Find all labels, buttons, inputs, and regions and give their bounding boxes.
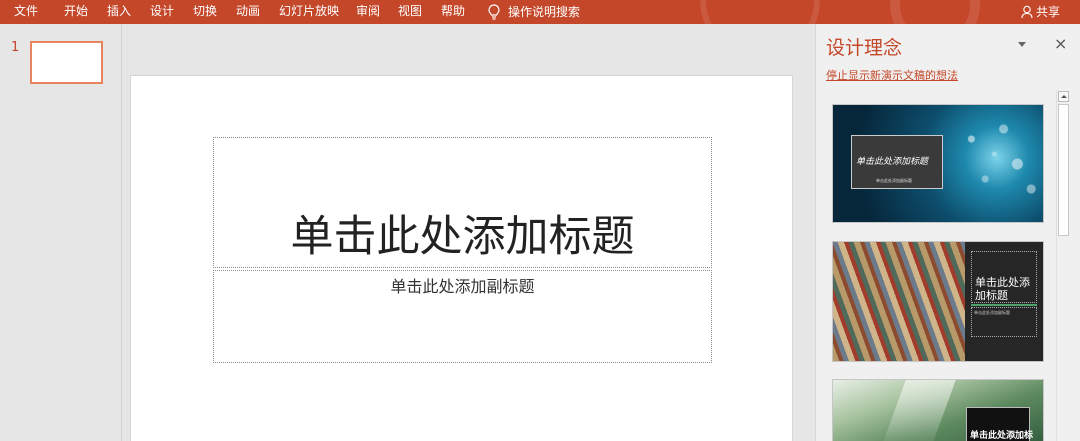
tab-help[interactable]: 帮助 — [441, 4, 465, 18]
design-title-text: 单击此处添加标题 — [975, 276, 1030, 302]
design-ideas-pane: 设计理念 × 停止显示新演示文稿的想法 单击此处添加标题 单击此处添加副标题 单… — [815, 24, 1080, 441]
design-accent-bar — [971, 304, 1037, 306]
scrollbar-thumb[interactable] — [1058, 104, 1069, 236]
tab-animations[interactable]: 动画 — [236, 4, 260, 18]
design-idea-forest[interactable]: 单击此处添加标 — [832, 379, 1044, 441]
slide-canvas[interactable]: 单击此处添加标题 单击此处添加副标题 — [130, 75, 793, 441]
tab-slide-show[interactable]: 幻灯片放映 — [279, 4, 339, 18]
tab-insert[interactable]: 插入 — [107, 4, 131, 18]
tab-file[interactable]: 文件 — [14, 4, 38, 18]
design-title-box: 单击此处添加标 — [966, 407, 1034, 441]
ribbon-decoration — [700, 0, 820, 24]
lightbulb-icon — [488, 3, 500, 20]
title-placeholder[interactable]: 单击此处添加标题 — [213, 137, 712, 268]
person-icon — [1021, 5, 1033, 18]
share-button[interactable]: 共享 — [1021, 3, 1060, 20]
designer-scrollbar[interactable] — [1056, 90, 1069, 441]
search-label: 操作说明搜索 — [508, 5, 581, 19]
pane-title: 设计理念 — [826, 37, 903, 59]
share-label: 共享 — [1036, 5, 1061, 19]
tab-review[interactable]: 审阅 — [356, 4, 380, 18]
light-beam-image — [880, 380, 956, 441]
slide-number: 1 — [11, 40, 20, 55]
tab-home[interactable]: 开始 — [64, 4, 88, 18]
slide-editor-area: 单击此处添加标题 单击此处添加副标题 — [123, 24, 814, 441]
ribbon-tab-bar: 文件 开始 插入 设计 切换 动画 幻灯片放映 审阅 视图 帮助 操作说明搜索 … — [0, 0, 1080, 24]
subtitle-placeholder[interactable]: 单击此处添加副标题 — [213, 270, 712, 363]
tell-me-search[interactable]: 操作说明搜索 — [488, 3, 580, 20]
design-title-box: 单击此处添加标题 单击此处添加副标题 — [851, 135, 943, 189]
design-title-text: 单击此处添加标题 — [856, 157, 929, 167]
scroll-up-arrow-icon[interactable] — [1058, 91, 1069, 102]
design-title-box: 单击此处添加标题 — [971, 251, 1037, 303]
close-icon[interactable]: × — [1054, 34, 1067, 54]
slide-thumbnail[interactable] — [30, 41, 103, 84]
design-idea-pencils[interactable]: 单击此处添加标题 单击此处添加副标题 — [832, 241, 1044, 362]
subtitle-placeholder-text: 单击此处添加副标题 — [390, 277, 535, 296]
bubbles-image — [953, 109, 1043, 209]
tab-view[interactable]: 视图 — [398, 4, 422, 18]
tab-transitions[interactable]: 切换 — [193, 4, 217, 18]
chevron-down-icon[interactable] — [1018, 42, 1026, 47]
tab-design[interactable]: 设计 — [150, 4, 174, 18]
title-placeholder-text: 单击此处添加标题 — [290, 212, 635, 262]
slide-thumbnails-pane: 1 — [0, 24, 122, 441]
design-subtitle-text: 单击此处添加副标题 — [876, 178, 912, 183]
design-subtitle-box: 单击此处添加副标题 — [971, 307, 1037, 337]
design-idea-water[interactable]: 单击此处添加标题 单击此处添加副标题 — [832, 104, 1044, 223]
ribbon-decoration — [890, 0, 980, 24]
stop-showing-ideas-link[interactable]: 停止显示新演示文稿的想法 — [826, 67, 958, 83]
design-title-text: 单击此处添加标 — [970, 431, 1034, 441]
design-subtitle-text: 单击此处添加副标题 — [974, 310, 1010, 315]
